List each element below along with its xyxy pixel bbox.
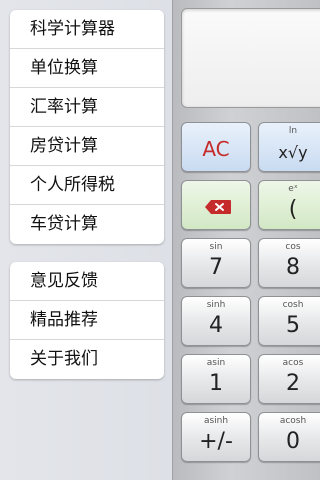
menu-item-mortgage[interactable]: 房贷计算 (10, 127, 164, 166)
digit-0-button[interactable]: acosh 0 (258, 412, 320, 462)
digit-7-button[interactable]: sin 7 (181, 238, 251, 288)
digit-4-button[interactable]: sinh 4 (181, 296, 251, 346)
open-paren-label: ( (288, 197, 298, 222)
calculator-display (181, 8, 320, 108)
x-root-y-button[interactable]: ln x√y (258, 122, 320, 172)
menu-item-about-us[interactable]: 关于我们 (10, 340, 164, 379)
digit-1-label: 1 (209, 371, 223, 396)
menu-item-recommended-apps[interactable]: 精品推荐 (10, 301, 164, 340)
menu-group-tools: 科学计算器 单位换算 汇率计算 房贷计算 个人所得税 车贷计算 (10, 10, 164, 244)
sin-label: sin (209, 242, 223, 252)
negate-label: +/- (199, 429, 233, 454)
cos-label: cos (285, 242, 301, 252)
cosh-label: cosh (282, 300, 304, 310)
digit-0-label: 0 (286, 429, 300, 454)
ac-button[interactable]: AC (181, 122, 251, 172)
digit-2-button[interactable]: acos 2 (258, 354, 320, 404)
menu-item-scientific-calculator[interactable]: 科学计算器 (10, 10, 164, 49)
menu-item-feedback[interactable]: 意见反馈 (10, 262, 164, 301)
ln-label: ln (288, 126, 298, 136)
digit-2-label: 2 (286, 371, 300, 396)
asinh-label: asinh (203, 416, 229, 426)
menu-item-exchange-rate[interactable]: 汇率计算 (10, 88, 164, 127)
menu-item-car-loan[interactable]: 车贷计算 (10, 205, 164, 244)
backspace-button[interactable] (181, 180, 251, 230)
digit-1-button[interactable]: asin 1 (181, 354, 251, 404)
exp-label: eˣ (288, 184, 298, 194)
digit-8-label: 8 (286, 255, 300, 280)
side-menu: 科学计算器 单位换算 汇率计算 房贷计算 个人所得税 车贷计算 意见反馈 精品推… (0, 0, 172, 480)
x-root-y-label: x√y (278, 143, 308, 162)
negate-button[interactable]: asinh +/- (181, 412, 251, 462)
digit-8-button[interactable]: cos 8 (258, 238, 320, 288)
digit-4-label: 4 (209, 313, 223, 338)
open-paren-button[interactable]: eˣ ( (258, 180, 320, 230)
digit-5-label: 5 (286, 313, 300, 338)
acosh-label: acosh (279, 416, 307, 426)
digit-5-button[interactable]: cosh 5 (258, 296, 320, 346)
ac-label: AC (202, 137, 230, 161)
backspace-icon (205, 200, 231, 214)
menu-group-info: 意见反馈 精品推荐 关于我们 (10, 262, 164, 379)
menu-item-income-tax[interactable]: 个人所得税 (10, 166, 164, 205)
acos-label: acos (282, 358, 304, 368)
calculator-panel: AC ln x√y eˣ ( sin 7 cos 8 sinh 4 cosh 5… (172, 0, 320, 480)
sinh-label: sinh (206, 300, 226, 310)
asin-label: asin (206, 358, 226, 368)
menu-item-unit-conversion[interactable]: 单位换算 (10, 49, 164, 88)
digit-7-label: 7 (209, 255, 223, 280)
